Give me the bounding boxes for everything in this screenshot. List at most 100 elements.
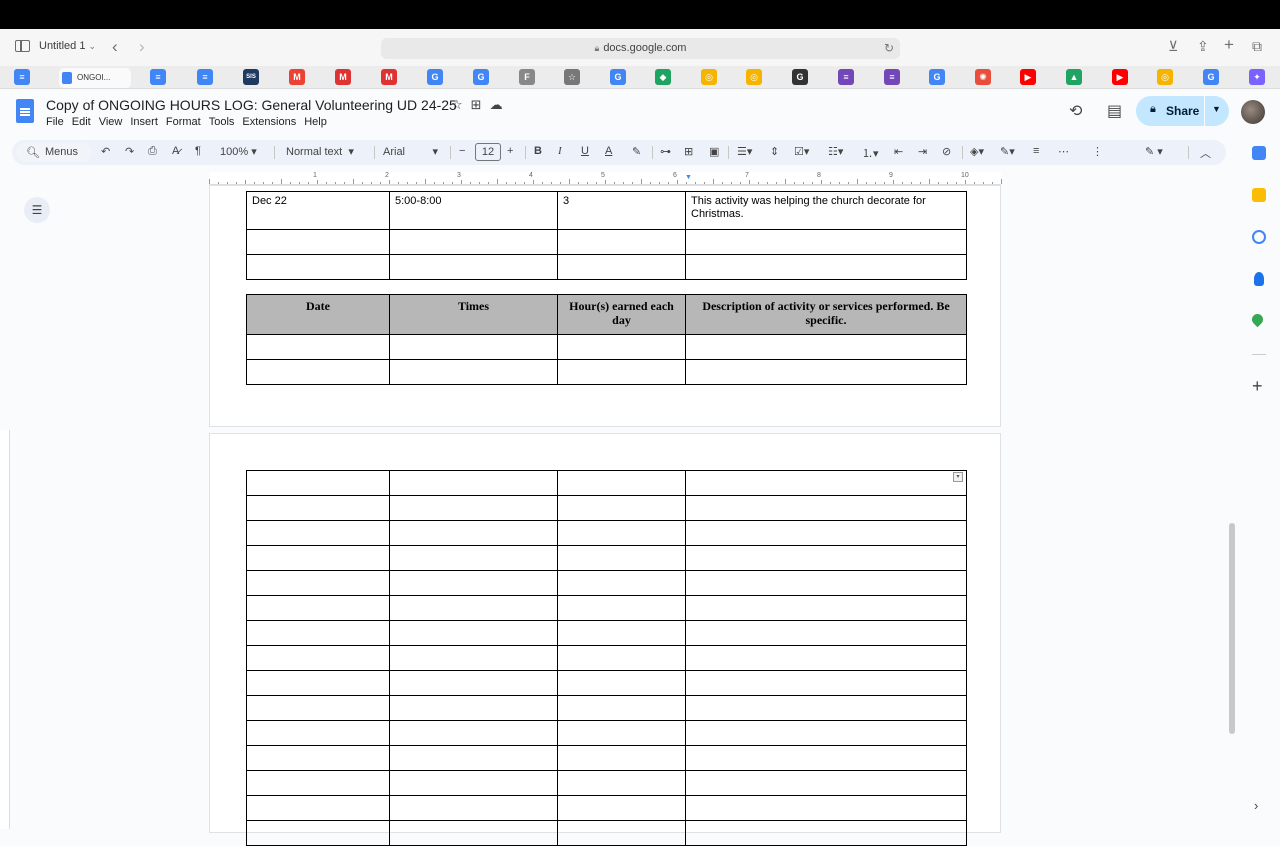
underline-icon[interactable]: U <box>581 145 589 157</box>
sidebar-toggle-icon[interactable] <box>15 40 30 52</box>
decrease-font-icon[interactable]: − <box>459 145 465 157</box>
bookmark-google-icon[interactable]: G <box>610 69 626 85</box>
table-cell[interactable] <box>246 570 390 596</box>
numbered-list-icon[interactable]: ⒈▾ <box>862 145 879 161</box>
table-cell[interactable] <box>557 229 686 255</box>
bookmark-docs-icon[interactable]: ≡ <box>150 69 166 85</box>
table-cell[interactable] <box>246 670 390 696</box>
bookmark-grammarly-icon[interactable]: G <box>792 69 808 85</box>
menu-edit[interactable]: Edit <box>72 116 91 128</box>
table-cell[interactable] <box>389 334 558 360</box>
cell-menu-icon[interactable]: ▾ <box>953 472 963 482</box>
menu-view[interactable]: View <box>99 116 123 128</box>
bookmark-chrome-icon[interactable]: ◎ <box>701 69 717 85</box>
version-history-icon[interactable]: ⟲ <box>1069 101 1082 121</box>
docs-logo-icon[interactable] <box>16 99 34 123</box>
avatar[interactable] <box>1241 100 1265 124</box>
table-cell[interactable] <box>557 720 686 746</box>
table-cell[interactable] <box>557 545 686 571</box>
bookmark-red-circle-icon[interactable]: ✺ <box>975 69 991 85</box>
expand-panel-icon[interactable]: › <box>1254 798 1258 813</box>
increase-font-icon[interactable]: + <box>507 145 513 157</box>
add-addon-icon[interactable]: + <box>1252 376 1263 397</box>
table-cell[interactable] <box>557 570 686 596</box>
share-button[interactable]: 🔒︎ Share ▼ <box>1136 96 1229 126</box>
table-cell[interactable] <box>685 770 967 796</box>
bookmark-chrome-icon[interactable]: ◎ <box>746 69 762 85</box>
table-cell[interactable] <box>389 545 558 571</box>
bookmark-google-icon[interactable]: G <box>427 69 443 85</box>
menu-extensions[interactable]: Extensions <box>242 116 296 128</box>
forward-icon[interactable]: › <box>139 37 145 57</box>
table-cell[interactable] <box>557 820 686 846</box>
table-cell[interactable] <box>246 645 390 671</box>
bookmark-green-icon[interactable]: ◆ <box>655 69 671 85</box>
tab-group-title[interactable]: Untitled 1 ⌄ <box>39 40 96 52</box>
bookmark-star-icon[interactable]: ☆ <box>564 69 580 85</box>
table-cell[interactable] <box>685 520 967 546</box>
table-cell[interactable] <box>685 570 967 596</box>
back-icon[interactable]: ‹ <box>112 37 118 57</box>
address-bar[interactable]: 🔒︎ docs.google.com ↻ <box>381 38 900 59</box>
menu-format[interactable]: Format <box>166 116 201 128</box>
star-icon[interactable]: ☆ <box>451 97 463 112</box>
menu-file[interactable]: File <box>46 116 64 128</box>
downloads-icon[interactable]: ⊻ <box>1168 38 1178 55</box>
table-cell[interactable] <box>246 820 390 846</box>
table-cell[interactable] <box>246 254 390 280</box>
increase-indent-icon[interactable]: ⇥ <box>918 145 927 158</box>
table-cell[interactable] <box>246 545 390 571</box>
header-description[interactable]: Description of activity or services perf… <box>685 294 967 335</box>
cloud-saved-icon[interactable]: ☁ <box>490 97 503 112</box>
header-times[interactable]: Times <box>389 294 558 335</box>
table-cell[interactable] <box>557 695 686 721</box>
table-cell[interactable] <box>246 770 390 796</box>
bookmark-gmail-icon[interactable]: M <box>289 69 305 85</box>
table-cell[interactable] <box>389 745 558 771</box>
table-cell[interactable] <box>557 254 686 280</box>
table-cell[interactable] <box>557 795 686 821</box>
calendar-icon[interactable] <box>1252 146 1266 160</box>
cell-times[interactable]: 5:00-8:00 <box>389 191 558 230</box>
table-cell[interactable] <box>389 229 558 255</box>
table-cell[interactable] <box>246 495 390 521</box>
header-hours[interactable]: Hour(s) earned each day <box>557 294 686 335</box>
table-cell[interactable] <box>685 795 967 821</box>
bookmark-google-icon[interactable]: G <box>929 69 945 85</box>
bookmark-youtube-icon[interactable]: ▶ <box>1020 69 1036 85</box>
print-icon[interactable]: ⎙ <box>148 145 157 158</box>
table-cell[interactable] <box>557 620 686 646</box>
bookmark-mail-icon[interactable]: M <box>335 69 351 85</box>
table-cell[interactable] <box>557 334 686 360</box>
reload-icon[interactable]: ↻ <box>884 38 894 59</box>
bookmark-chrome-icon[interactable]: ◎ <box>1157 69 1173 85</box>
bookmark-docs-icon[interactable]: ≡ <box>14 69 30 85</box>
cell-description[interactable]: This activity was helping the church dec… <box>685 191 967 230</box>
table-cell[interactable] <box>389 520 558 546</box>
table-cell[interactable] <box>389 495 558 521</box>
horizontal-ruler[interactable]: 1 2 3 4 5 6 7 8 9 10 ▼ <box>209 172 1002 185</box>
table-cell[interactable] <box>685 670 967 696</box>
table-cell[interactable] <box>685 229 967 255</box>
border-dash-icon[interactable]: ⋯ <box>1058 145 1069 158</box>
table-cell[interactable] <box>557 495 686 521</box>
table-cell[interactable] <box>246 359 390 385</box>
table-cell[interactable] <box>389 595 558 621</box>
table-cell[interactable] <box>389 254 558 280</box>
table-cell[interactable] <box>685 470 967 496</box>
style-select[interactable]: Normal text ▾ <box>286 145 354 158</box>
link-icon[interactable]: ⊶ <box>660 145 671 158</box>
zoom-select[interactable]: 100% ▾ <box>220 145 257 158</box>
add-comment-icon[interactable]: ⊞ <box>684 145 693 158</box>
background-color-icon[interactable]: ◈▾ <box>970 145 984 158</box>
move-folder-icon[interactable]: ⊞ <box>471 97 482 112</box>
cell-date[interactable]: Dec 22 <box>246 191 390 230</box>
table-cell[interactable] <box>685 334 967 360</box>
table-cell[interactable] <box>557 670 686 696</box>
bookmark-google-icon[interactable]: G <box>473 69 489 85</box>
table-cell[interactable] <box>685 254 967 280</box>
insert-image-icon[interactable]: ▣ <box>709 145 719 158</box>
bookmark-google-icon[interactable]: G <box>1203 69 1219 85</box>
border-color-icon[interactable]: ✎▾ <box>1000 145 1015 158</box>
border-width-icon[interactable]: ≡ <box>1033 145 1039 157</box>
